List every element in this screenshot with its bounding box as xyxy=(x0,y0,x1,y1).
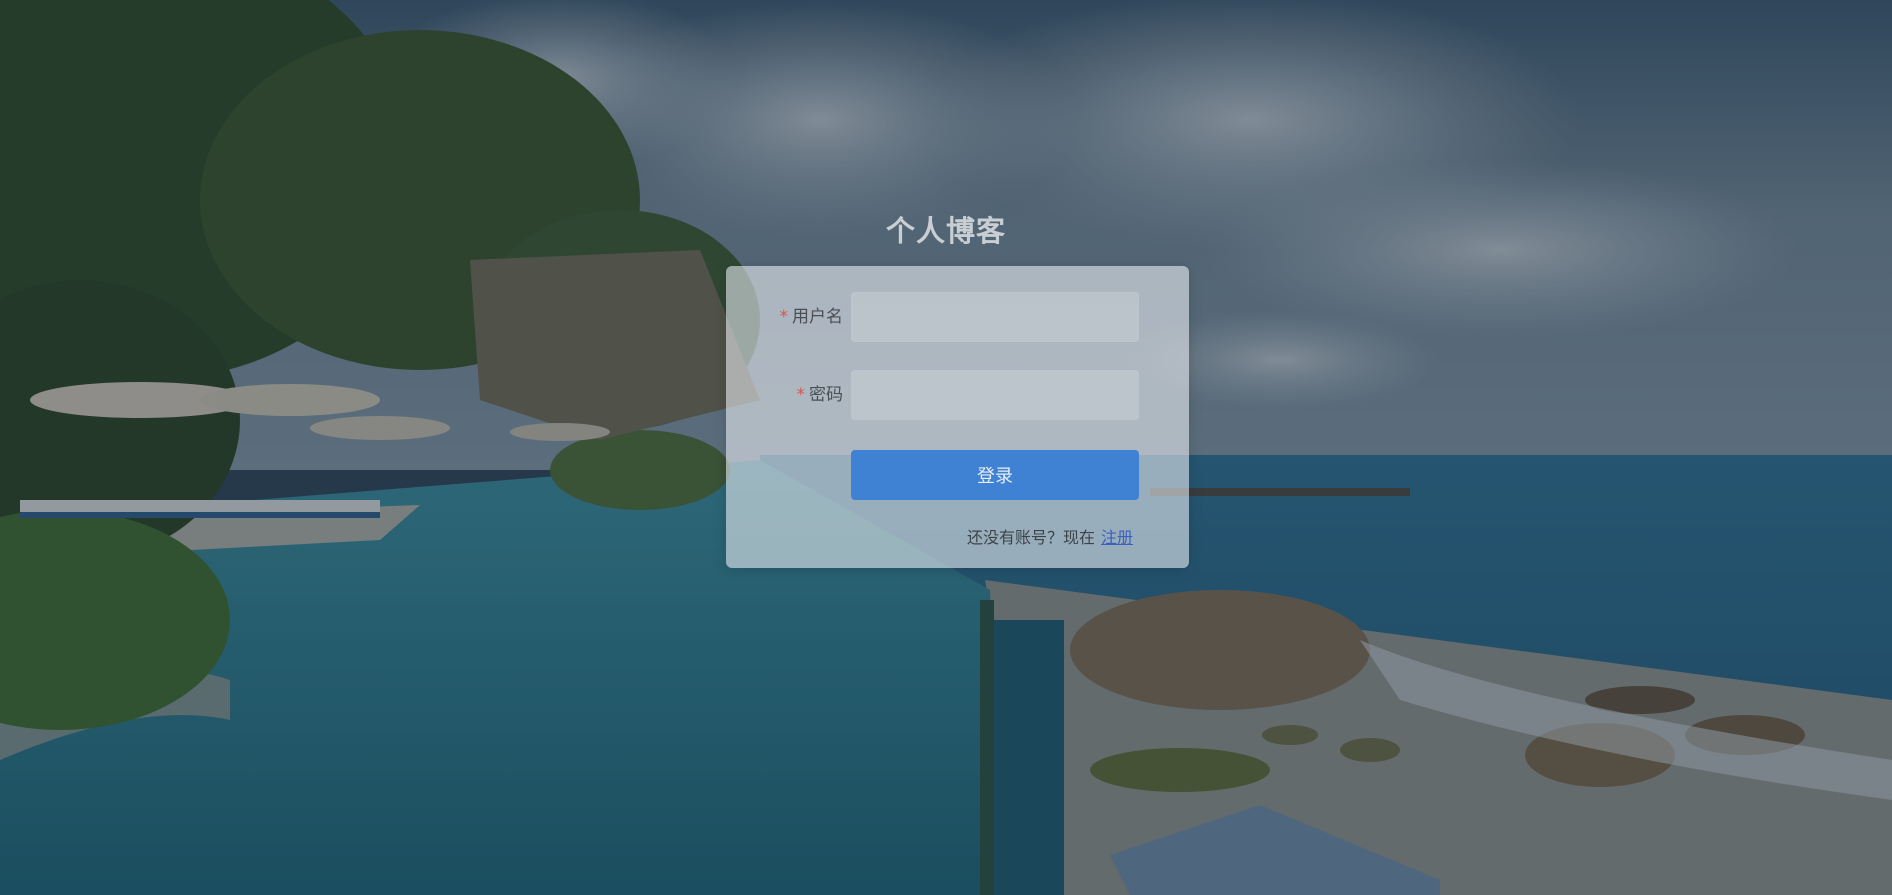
password-label: * 密码 xyxy=(797,370,844,420)
username-input[interactable] xyxy=(851,292,1139,342)
required-mark: * xyxy=(779,307,789,327)
username-label: * 用户名 xyxy=(780,292,844,342)
login-form: * 用户名 * 密码 登录 还没有账号？现在 注册 xyxy=(726,266,1189,568)
signup-link[interactable]: 注册 xyxy=(1101,528,1133,547)
login-page: 个人博客 * 用户名 * 密码 登录 还没有账号？现在 注册 xyxy=(0,0,1892,895)
password-input[interactable] xyxy=(851,370,1139,420)
password-row: * 密码 xyxy=(726,370,1189,420)
password-label-text: 密码 xyxy=(809,385,843,405)
username-row: * 用户名 xyxy=(726,292,1189,342)
signup-prompt: 还没有账号？现在 注册 xyxy=(967,524,1133,548)
login-button[interactable]: 登录 xyxy=(851,450,1139,500)
signup-prompt-text: 还没有账号？现在 xyxy=(966,528,1095,547)
required-mark: * xyxy=(796,385,806,405)
username-label-text: 用户名 xyxy=(792,307,843,327)
page-title: 个人博客 xyxy=(885,214,1006,248)
